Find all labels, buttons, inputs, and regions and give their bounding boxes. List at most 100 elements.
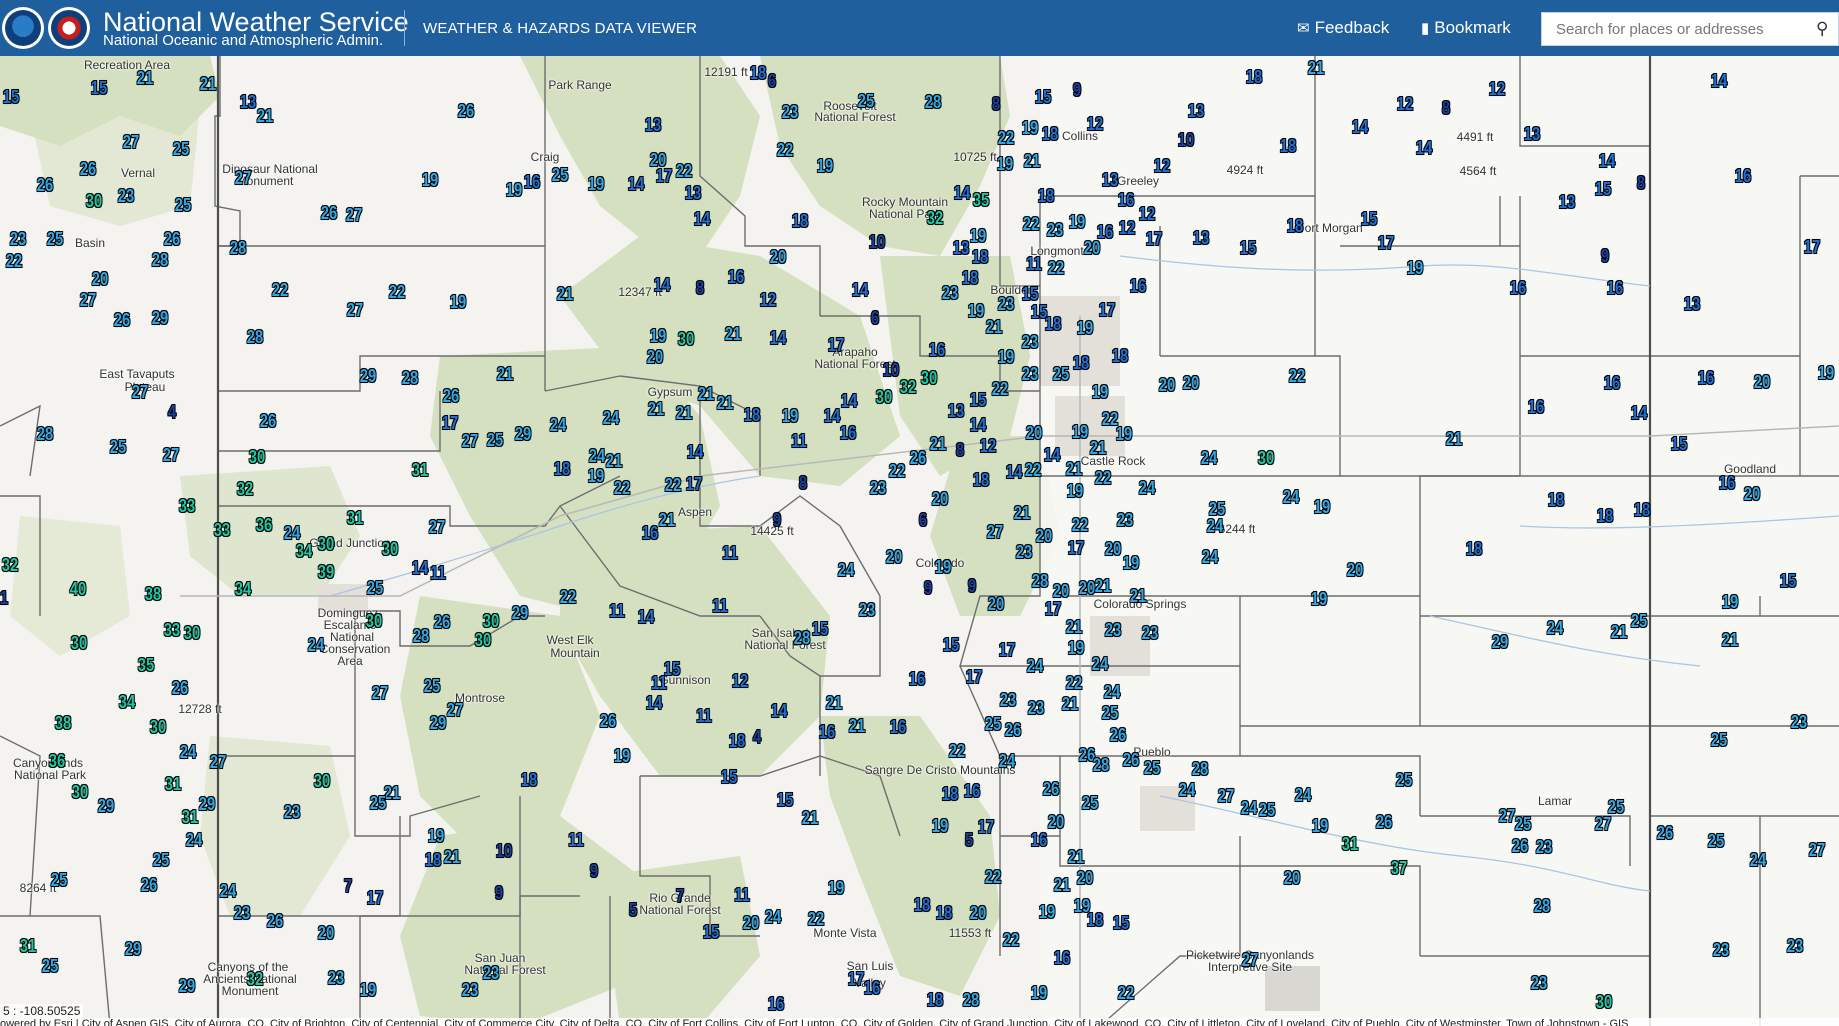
station-value[interactable]: 20	[1048, 813, 1064, 831]
station-value[interactable]: 25	[1631, 612, 1647, 630]
station-value[interactable]: 27	[163, 446, 179, 464]
station-value[interactable]: 28	[1032, 572, 1048, 590]
station-value[interactable]: 40	[70, 580, 86, 598]
station-value[interactable]: 23	[1022, 365, 1038, 383]
station-value[interactable]: 21	[606, 452, 622, 470]
station-value[interactable]: 23	[1105, 621, 1121, 639]
station-value[interactable]: 11	[734, 886, 750, 904]
station-value[interactable]: 17	[442, 414, 458, 432]
station-value[interactable]: 16	[890, 718, 906, 736]
station-value[interactable]: 23	[1713, 941, 1729, 959]
station-value[interactable]: 19	[1314, 498, 1330, 516]
station-value[interactable]: 9	[1601, 247, 1609, 265]
station-value[interactable]: 23	[1791, 713, 1807, 731]
station-value[interactable]: 16	[1698, 369, 1714, 387]
station-value[interactable]: 30	[366, 612, 382, 630]
station-value[interactable]: 22	[985, 868, 1001, 886]
station-value[interactable]: 1	[0, 589, 8, 607]
station-value[interactable]: 32	[237, 480, 253, 498]
station-value[interactable]: 25	[42, 957, 58, 975]
station-value[interactable]: 19	[1072, 423, 1088, 441]
station-value[interactable]: 16	[864, 979, 880, 997]
station-value[interactable]: 22	[272, 281, 288, 299]
station-value[interactable]: 21	[497, 365, 513, 383]
station-value[interactable]: 23	[284, 803, 300, 821]
station-value[interactable]: 16	[768, 995, 784, 1013]
station-value[interactable]: 18	[750, 64, 766, 82]
station-value[interactable]: 9	[924, 579, 932, 597]
station-value[interactable]: 32	[927, 209, 943, 227]
station-value[interactable]: 13	[953, 239, 969, 257]
station-value[interactable]: 14	[412, 559, 428, 577]
station-value[interactable]: 20	[743, 914, 759, 932]
station-value[interactable]: 23	[782, 103, 798, 121]
station-value[interactable]: 20	[1284, 869, 1300, 887]
station-value[interactable]: 9	[773, 511, 781, 529]
station-value[interactable]: 26	[172, 679, 188, 697]
station-value[interactable]: 14	[1352, 118, 1368, 136]
station-value[interactable]: 21	[1066, 460, 1082, 478]
station-value[interactable]: 18	[1038, 187, 1054, 205]
station-value[interactable]: 21	[725, 325, 741, 343]
station-value[interactable]: 30	[876, 388, 892, 406]
station-value[interactable]: 18	[1548, 491, 1564, 509]
station-value[interactable]: 20	[886, 548, 902, 566]
station-value[interactable]: 16	[1510, 279, 1526, 297]
station-value[interactable]: 22	[1025, 461, 1041, 479]
station-value[interactable]: 21	[137, 69, 153, 87]
station-value[interactable]: 21	[648, 400, 664, 418]
station-value[interactable]: 26	[443, 387, 459, 405]
station-value[interactable]: 19	[997, 155, 1013, 173]
station-value[interactable]: 18	[1466, 540, 1482, 558]
station-value[interactable]: 28	[794, 629, 810, 647]
station-value[interactable]: 34	[296, 542, 312, 560]
station-value[interactable]: 18	[972, 248, 988, 266]
station-value[interactable]: 31	[182, 808, 198, 826]
station-value[interactable]: 17	[1378, 234, 1394, 252]
station-value[interactable]: 13	[1102, 171, 1118, 189]
station-value[interactable]: 28	[963, 991, 979, 1009]
station-value[interactable]: 24	[1207, 517, 1223, 535]
station-value[interactable]: 18	[1597, 507, 1613, 525]
station-value[interactable]: 30	[1596, 993, 1612, 1011]
station-value[interactable]: 12	[1139, 205, 1155, 223]
station-value[interactable]: 22	[1048, 259, 1064, 277]
station-value[interactable]: 17	[367, 889, 383, 907]
station-value[interactable]: 30	[475, 631, 491, 649]
station-value[interactable]: 38	[145, 585, 161, 603]
station-value[interactable]: 26	[1110, 726, 1126, 744]
search-input[interactable]	[1542, 19, 1816, 39]
station-value[interactable]: 25	[1515, 815, 1531, 833]
station-value[interactable]: 30	[678, 330, 694, 348]
station-value[interactable]: 22	[1095, 469, 1111, 487]
station-value[interactable]: 13	[1524, 125, 1540, 143]
station-value[interactable]: 22	[6, 252, 22, 270]
station-value[interactable]: 8	[696, 279, 704, 297]
station-value[interactable]: 26	[1005, 721, 1021, 739]
station-value[interactable]: 17	[999, 641, 1015, 659]
station-value[interactable]: 23	[1028, 699, 1044, 717]
station-value[interactable]: 28	[1192, 760, 1208, 778]
station-value[interactable]: 15	[943, 636, 959, 654]
station-value[interactable]: 17	[1146, 230, 1162, 248]
station-value[interactable]: 32	[247, 970, 263, 988]
station-value[interactable]: 13	[1559, 193, 1575, 211]
station-value[interactable]: 13	[1684, 295, 1700, 313]
station-value[interactable]: 24	[1295, 786, 1311, 804]
station-value[interactable]: 27	[987, 523, 1003, 541]
station-value[interactable]: 17	[966, 668, 982, 686]
station-value[interactable]: 27	[447, 701, 463, 719]
station-value[interactable]: 21	[1308, 59, 1324, 77]
station-value[interactable]: 20	[1079, 579, 1095, 597]
station-value[interactable]: 20	[1744, 485, 1760, 503]
station-value[interactable]: 17	[1068, 539, 1084, 557]
station-value[interactable]: 14	[954, 184, 970, 202]
station-value[interactable]: 8	[1442, 99, 1450, 117]
station-value[interactable]: 22	[777, 141, 793, 159]
station-value[interactable]: 18	[973, 471, 989, 489]
station-value[interactable]: 29	[98, 797, 114, 815]
station-value[interactable]: 19	[422, 171, 438, 189]
station-value[interactable]: 16	[1130, 277, 1146, 295]
station-value[interactable]: 22	[889, 462, 905, 480]
station-value[interactable]: 7	[344, 877, 352, 895]
